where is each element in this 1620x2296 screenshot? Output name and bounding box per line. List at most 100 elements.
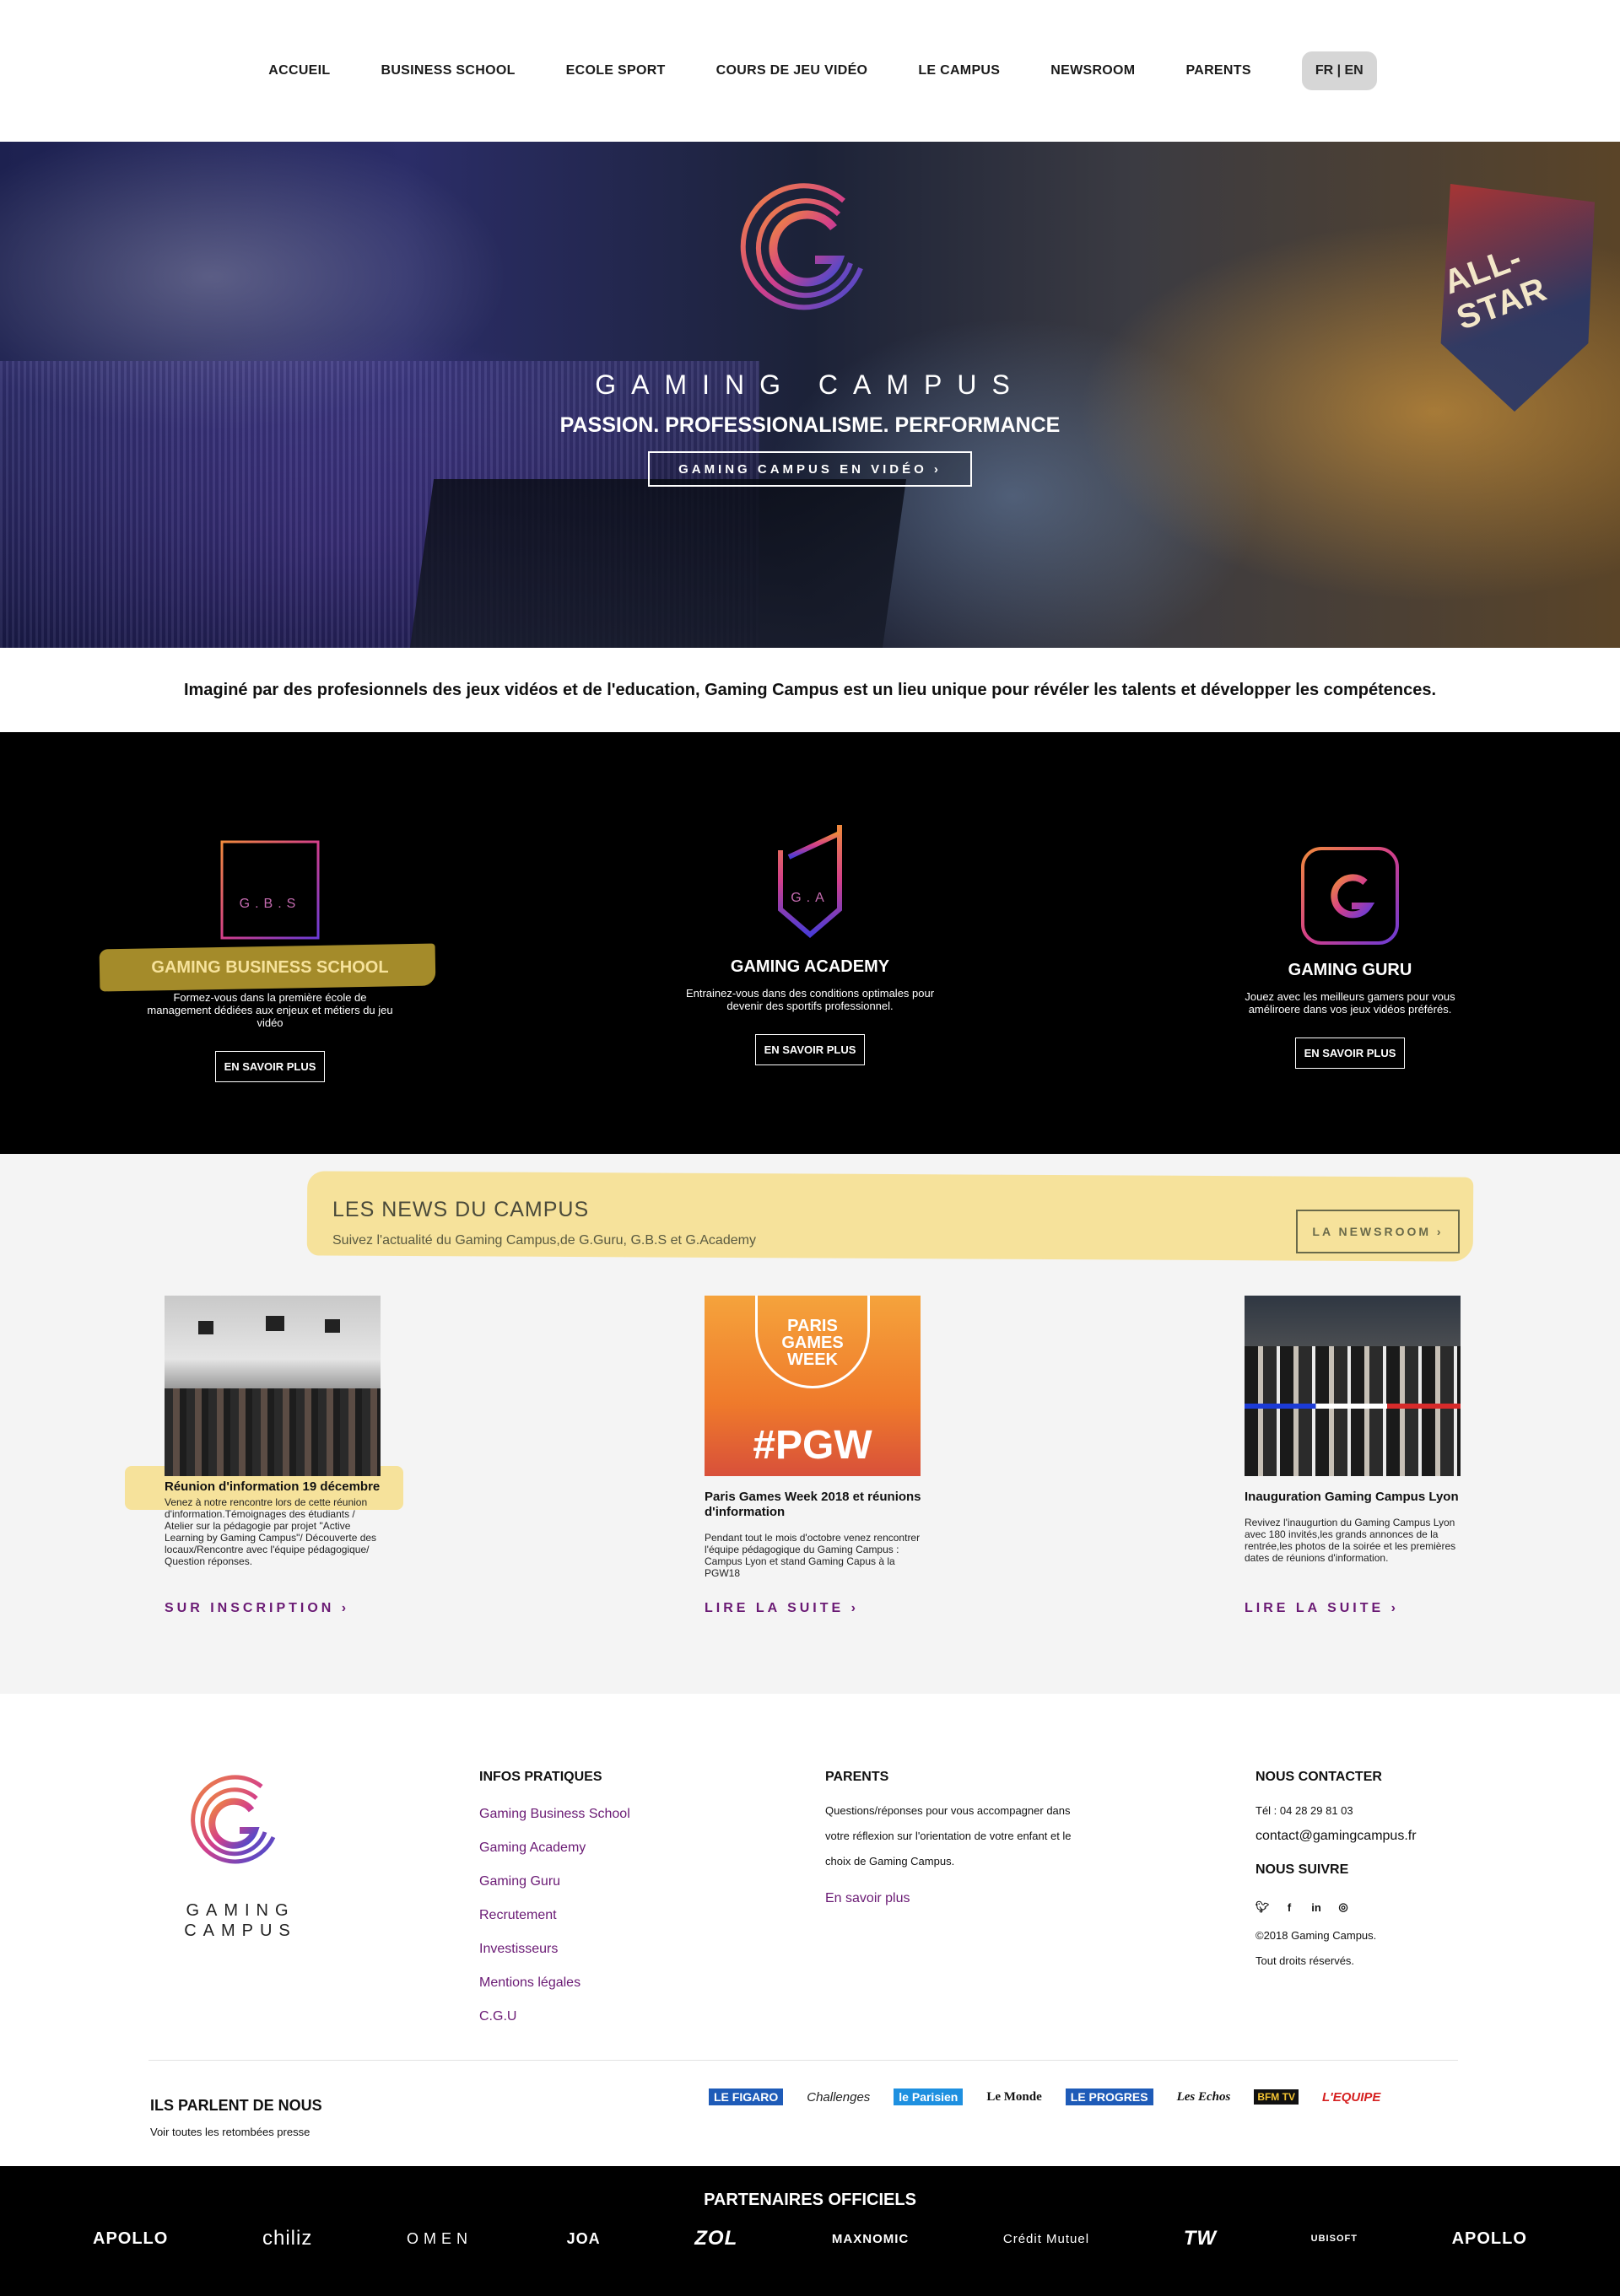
partner-logo-apollo[interactable]: APOLLO — [93, 2229, 168, 2249]
guru-learn-more-button[interactable]: EN SAVOIR PLUS — [1294, 1038, 1406, 1069]
news-card-link[interactable]: LIRE LA SUITE › — [705, 1601, 859, 1616]
school-card-guru: GAMING GURU Jouez avec les meilleurs gam… — [1173, 845, 1527, 1069]
contact-phone: Tél : 04 28 29 81 03 — [1256, 1804, 1353, 1817]
nav-item-accueil[interactable]: ACCUEIL — [243, 63, 355, 78]
linkedin-icon[interactable]: in — [1310, 1900, 1323, 1914]
news-title: LES NEWS DU CAMPUS — [332, 1198, 590, 1221]
contact-email[interactable]: contact@gamingcampus.fr — [1256, 1829, 1417, 1844]
twitter-icon[interactable]: 🐦︎ — [1256, 1900, 1270, 1914]
guru-title: GAMING GURU — [1288, 961, 1412, 979]
pgw-image-title: PARIS GAMES WEEK — [781, 1317, 844, 1369]
footer-link-academy[interactable]: Gaming Academy — [479, 1841, 586, 1856]
news-card-link[interactable]: SUR INSCRIPTION › — [165, 1601, 349, 1616]
intro-text: Imaginé par des profesionnels des jeux v… — [183, 680, 1437, 699]
nav-item-newsroom[interactable]: NEWSROOM — [1025, 63, 1160, 78]
rights-reserved: Tout droits réservés. — [1256, 1954, 1355, 1967]
instagram-icon[interactable]: ◎ — [1336, 1900, 1350, 1914]
press-all-link[interactable]: Voir toutes les retombées presse — [150, 2126, 310, 2138]
footer-link-cgu[interactable]: C.G.U — [479, 2009, 516, 2024]
parents-learn-more-link[interactable]: En savoir plus — [825, 1891, 910, 1906]
news-card-title: Paris Games Week 2018 et réunions d'info… — [705, 1490, 921, 1519]
news-subtitle: Suivez l'actualité du Gaming Campus,de G… — [332, 1233, 756, 1248]
partner-logo-tw[interactable]: TW — [1184, 2227, 1217, 2250]
press-logo-lequipe[interactable]: L'EQUIPE — [1322, 2090, 1380, 2105]
news-image-pgw[interactable]: PARIS GAMES WEEK #PGW — [705, 1296, 921, 1476]
gbs-logo-text: G.B.S — [239, 897, 301, 911]
footer-link-guru[interactable]: Gaming Guru — [479, 1874, 560, 1889]
guru-description: Jouez avec les meilleurs gamers pour vou… — [1245, 990, 1455, 1016]
infos-pratiques-heading: INFOS PRATIQUES — [479, 1770, 602, 1784]
press-logo-le-progres[interactable]: LE PROGRES — [1065, 2088, 1153, 2105]
footer-link-mentions-legales[interactable]: Mentions légales — [479, 1975, 580, 1991]
news-card-description: Pendant tout le mois d'octobre venez ren… — [705, 1532, 921, 1579]
news-card-pgw: PARIS GAMES WEEK #PGW Paris Games Week 2… — [705, 1296, 924, 1615]
press-logo-bfm-tv[interactable]: BFM TV — [1254, 2089, 1299, 2105]
parents-heading: PARENTS — [825, 1770, 889, 1784]
nav-item-le-campus[interactable]: LE CAMPUS — [893, 63, 1025, 78]
news-card-title: Réunion d'information 19 décembre — [165, 1479, 381, 1494]
contact-heading: NOUS CONTACTER — [1256, 1770, 1382, 1784]
school-card-gbs: G.B.S GAMING BUSINESS SCHOOL Formez-vous… — [93, 839, 447, 1082]
news-image-inauguration[interactable] — [1245, 1296, 1461, 1476]
press-logo-le-monde[interactable]: Le Monde — [986, 2090, 1041, 2105]
pgw-image-tag: #PGW — [753, 1423, 872, 1468]
top-navigation: ACCUEIL BUSINESS SCHOOL ECOLE SPORT COUR… — [0, 0, 1620, 142]
nav-item-ecole-sport[interactable]: ECOLE SPORT — [541, 63, 691, 78]
footer-link-business-school[interactable]: Gaming Business School — [479, 1807, 630, 1822]
footer-link-recrutement[interactable]: Recrutement — [479, 1908, 557, 1923]
footer-gaming-campus-logo-icon — [191, 1775, 276, 1864]
press-logo-le-parisien[interactable]: le Parisien — [894, 2088, 964, 2105]
news-card-description: Venez à notre rencontre lors de cette ré… — [165, 1496, 377, 1567]
academy-shield-logo-icon — [778, 825, 842, 938]
hero-title: GAMING CAMPUS — [595, 369, 1025, 400]
academy-learn-more-button[interactable]: EN SAVOIR PLUS — [754, 1034, 866, 1065]
partner-logo-chiliz[interactable]: chiliz — [262, 2227, 312, 2250]
news-card-reunion: Réunion d'information 19 décembre Venez … — [165, 1296, 384, 1615]
footer-link-investisseurs[interactable]: Investisseurs — [479, 1942, 558, 1957]
school-card-academy: G.A GAMING ACADEMY Entrainez-vous dans d… — [633, 817, 987, 1065]
partners-heading: PARTENAIRES OFFICIELS — [704, 2191, 916, 2209]
partner-logo-ubisoft[interactable]: UBISOFT — [1311, 2234, 1358, 2244]
gbs-description: Formez-vous dans la première école de ma… — [147, 991, 393, 1029]
academy-logo-text: G.A — [791, 891, 829, 905]
hero-gamer-image — [409, 479, 907, 648]
news-card-link[interactable]: LIRE LA SUITE › — [1245, 1601, 1399, 1616]
nav-item-business-school[interactable]: BUSINESS SCHOOL — [355, 63, 540, 78]
news-image-reunion[interactable] — [165, 1296, 381, 1476]
partner-logo-credit-mutuel[interactable]: Crédit Mutuel — [1003, 2232, 1089, 2246]
academy-description: Entrainez-vous dans des conditions optim… — [685, 987, 935, 1012]
press-logo-le-figaro[interactable]: LE FIGARO — [709, 2088, 784, 2105]
copyright: ©2018 Gaming Campus. — [1256, 1929, 1377, 1942]
partner-logos: APOLLO chiliz OMEN JOA ZOL MAXNOMIC Créd… — [93, 2227, 1527, 2250]
gaming-campus-video-button[interactable]: GAMING CAMPUS EN VIDÉO › — [648, 451, 972, 487]
press-logos: LE FIGARO Challenges le Parisien Le Mond… — [709, 2088, 1380, 2105]
follow-heading: NOUS SUIVRE — [1256, 1862, 1349, 1877]
footer-brand: GAMING CAMPUS — [184, 1901, 297, 1940]
gaming-campus-logo-icon — [740, 183, 863, 310]
facebook-icon[interactable]: f — [1282, 1900, 1296, 1914]
news-card-description: Revivez l'inaugurtion du Gaming Campus L… — [1245, 1517, 1456, 1564]
nav-items: ACCUEIL BUSINESS SCHOOL ECOLE SPORT COUR… — [243, 51, 1377, 90]
news-card-title: Inauguration Gaming Campus Lyon — [1245, 1490, 1459, 1504]
hero-tagline: PASSION. PROFESSIONALISME. PERFORMANCE — [559, 413, 1061, 437]
press-heading: ILS PARLENT DE NOUS — [150, 2097, 322, 2114]
partner-logo-maxnomic[interactable]: MAXNOMIC — [832, 2232, 909, 2246]
press-logo-les-echos[interactable]: Les Echos — [1177, 2090, 1231, 2105]
academy-title: GAMING ACADEMY — [730, 957, 890, 976]
gbs-learn-more-button[interactable]: EN SAVOIR PLUS — [214, 1051, 326, 1082]
partner-logo-omen[interactable]: OMEN — [407, 2230, 472, 2248]
gbs-title: GAMING BUSINESS SCHOOL — [151, 958, 389, 977]
social-icons: 🐦︎ f in ◎ — [1256, 1900, 1350, 1914]
partner-logo-apollo-2[interactable]: APOLLO — [1452, 2229, 1527, 2249]
nav-item-parents[interactable]: PARENTS — [1160, 63, 1276, 78]
hero-banner: ALL-STAR GAMING CAMPUS PASSION. PROFESSI… — [0, 142, 1620, 648]
press-logo-challenges[interactable]: Challenges — [807, 2090, 870, 2105]
newsroom-button[interactable]: LA NEWSROOM › — [1296, 1210, 1460, 1253]
guru-logo-icon — [1301, 847, 1399, 945]
footer-divider — [148, 2060, 1458, 2061]
partner-logo-joa[interactable]: JOA — [567, 2230, 601, 2248]
partner-logo-zol[interactable]: ZOL — [694, 2227, 737, 2250]
nav-item-cours-jeu-video[interactable]: COURS DE JEU VIDÉO — [691, 63, 894, 78]
gbs-logo-icon — [220, 840, 320, 940]
language-switcher[interactable]: FR | EN — [1301, 51, 1377, 90]
